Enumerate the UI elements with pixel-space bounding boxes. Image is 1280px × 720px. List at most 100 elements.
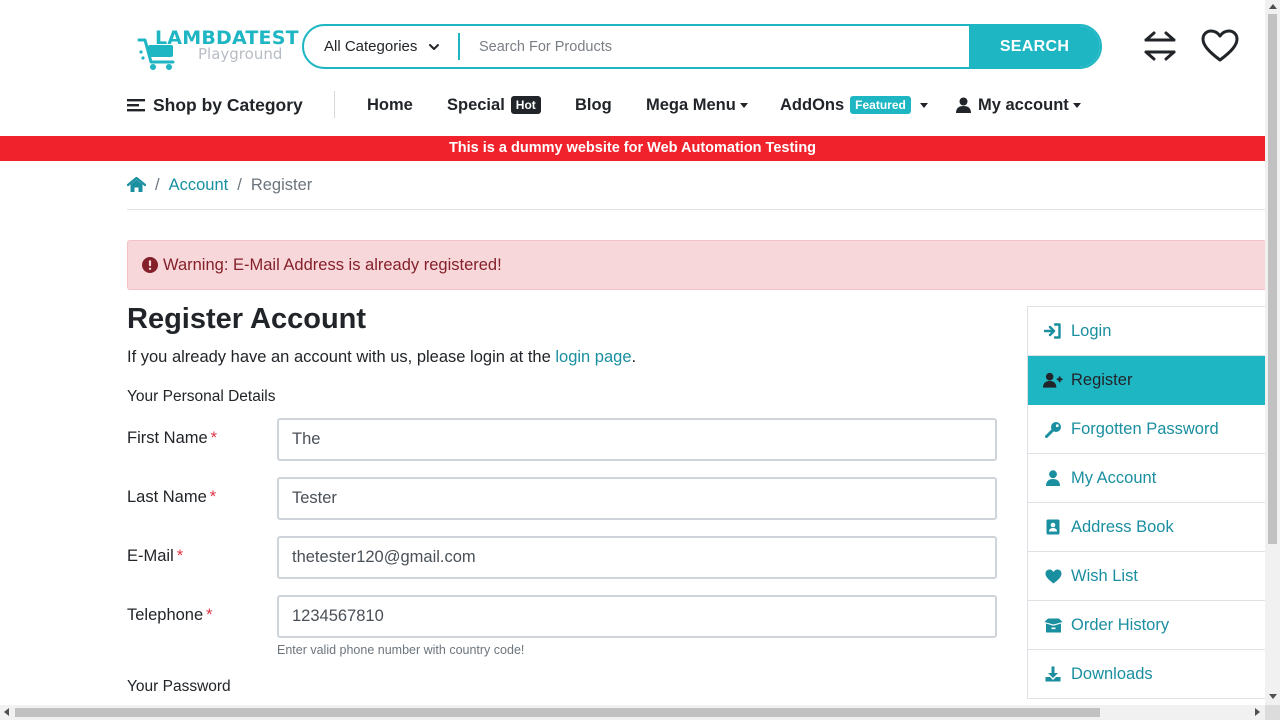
first-name-label-text: First Name bbox=[127, 429, 208, 447]
nav-divider bbox=[334, 91, 335, 118]
nav-home[interactable]: Home bbox=[367, 85, 413, 125]
breadcrumb-separator: / bbox=[237, 175, 242, 194]
first-name-field[interactable] bbox=[277, 418, 997, 461]
menu-bars-icon bbox=[127, 99, 145, 112]
compare-icon[interactable] bbox=[1140, 28, 1180, 64]
first-name-row: First Name * bbox=[127, 418, 997, 461]
telephone-field[interactable] bbox=[277, 595, 997, 638]
nav-special[interactable]: Special Hot bbox=[447, 85, 541, 125]
breadcrumb-account[interactable]: Account bbox=[169, 176, 229, 195]
horizontal-scrollbar[interactable] bbox=[0, 705, 1265, 720]
search-input[interactable] bbox=[460, 26, 969, 67]
category-select[interactable]: All Categories bbox=[304, 26, 458, 67]
email-label: E-Mail * bbox=[127, 547, 183, 566]
breadcrumb: / Account / Register bbox=[127, 174, 312, 196]
nav-blog[interactable]: Blog bbox=[575, 85, 612, 125]
brand-logo[interactable]: LAMBDATEST Playground bbox=[137, 24, 299, 72]
search-button[interactable]: SEARCH bbox=[969, 26, 1100, 67]
required-mark: * bbox=[209, 488, 217, 506]
caret-down-icon bbox=[1072, 102, 1081, 108]
vertical-scroll-thumb[interactable] bbox=[1268, 14, 1277, 544]
required-mark: * bbox=[176, 547, 184, 565]
nav-shop-by-category[interactable]: Shop by Category bbox=[127, 85, 303, 125]
last-name-label-text: Last Name bbox=[127, 488, 207, 506]
search-bar: All Categories SEARCH bbox=[302, 24, 1102, 69]
sidebar-item-register[interactable]: Register bbox=[1028, 356, 1265, 405]
sidebar-item-label: Wish List bbox=[1071, 566, 1138, 585]
category-select-value: All Categories bbox=[324, 38, 418, 55]
required-mark: * bbox=[210, 429, 218, 447]
email-label-text: E-Mail bbox=[127, 547, 174, 565]
address-book-icon bbox=[1043, 519, 1063, 536]
nav-mega-menu-label: Mega Menu bbox=[646, 95, 736, 114]
nav-my-account[interactable]: My account bbox=[956, 85, 1081, 125]
last-name-label: Last Name * bbox=[127, 488, 216, 507]
home-icon[interactable] bbox=[127, 177, 146, 193]
breadcrumb-separator: / bbox=[155, 175, 160, 194]
scrollbar-corner bbox=[1265, 705, 1280, 720]
last-name-field[interactable] bbox=[277, 477, 997, 520]
warning-alert: Warning: E-Mail Address is already regis… bbox=[127, 240, 1267, 290]
intro-suffix: . bbox=[631, 348, 637, 366]
nav-addons-label: AddOns bbox=[780, 95, 845, 114]
required-mark: * bbox=[206, 606, 213, 624]
telephone-label-text: Telephone bbox=[127, 606, 204, 624]
nav-special-label: Special bbox=[447, 95, 505, 114]
sidebar-item-my-account[interactable]: My Account bbox=[1028, 454, 1265, 503]
sidebar-item-label: Register bbox=[1071, 370, 1133, 389]
caret-down-icon bbox=[919, 102, 928, 108]
user-icon bbox=[956, 97, 971, 113]
login-page-link[interactable]: login page bbox=[555, 348, 631, 366]
sidebar-item-label: Downloads bbox=[1071, 664, 1153, 683]
sidebar-item-login[interactable]: Login bbox=[1028, 307, 1265, 356]
test-site-banner: This is a dummy website for Web Automati… bbox=[0, 136, 1265, 161]
user-icon bbox=[1043, 470, 1063, 487]
site-header: LAMBDATEST Playground All Categories SEA… bbox=[0, 0, 1265, 136]
password-legend: Your Password bbox=[127, 678, 231, 695]
sidebar-item-downloads[interactable]: Downloads bbox=[1028, 650, 1265, 699]
key-icon bbox=[1043, 421, 1063, 438]
first-name-label: First Name * bbox=[127, 429, 217, 448]
order-history-icon bbox=[1043, 617, 1063, 634]
user-plus-icon bbox=[1043, 372, 1063, 389]
last-name-row: Last Name * bbox=[127, 477, 997, 520]
telephone-help-text: Enter valid phone number with country co… bbox=[277, 643, 525, 657]
nav-my-account-label: My account bbox=[978, 95, 1069, 114]
hot-badge: Hot bbox=[510, 96, 541, 114]
brand-subtitle: Playground bbox=[198, 45, 283, 63]
nav-home-label: Home bbox=[367, 95, 413, 114]
account-sidebar: Login Register Forgotten Password My Acc… bbox=[1027, 306, 1265, 699]
scroll-down-arrow-icon[interactable] bbox=[1269, 694, 1277, 699]
nav-shop-by-category-label: Shop by Category bbox=[153, 94, 303, 115]
horizontal-scroll-thumb[interactable] bbox=[15, 708, 1100, 717]
wishlist-heart-icon[interactable] bbox=[1200, 28, 1240, 64]
scroll-up-arrow-icon[interactable] bbox=[1269, 4, 1277, 9]
sidebar-item-label: Address Book bbox=[1071, 517, 1174, 536]
sidebar-item-label: Forgotten Password bbox=[1071, 419, 1219, 438]
warning-alert-text: Warning: E-Mail Address is already regis… bbox=[163, 255, 502, 274]
sidebar-item-label: Order History bbox=[1071, 615, 1170, 634]
sidebar-item-label: My Account bbox=[1071, 468, 1157, 487]
heart-icon bbox=[1043, 568, 1063, 585]
sidebar-item-address-book[interactable]: Address Book bbox=[1028, 503, 1265, 552]
featured-badge: Featured bbox=[850, 96, 911, 114]
scroll-left-arrow-icon[interactable] bbox=[4, 708, 9, 716]
sidebar-item-order-history[interactable]: Order History bbox=[1028, 601, 1265, 650]
download-icon bbox=[1043, 666, 1063, 683]
email-field[interactable] bbox=[277, 536, 997, 579]
sidebar-item-wish-list[interactable]: Wish List bbox=[1028, 552, 1265, 601]
scroll-right-arrow-icon[interactable] bbox=[1255, 708, 1260, 716]
exclamation-circle-icon bbox=[142, 257, 158, 273]
sidebar-item-forgotten-password[interactable]: Forgotten Password bbox=[1028, 405, 1265, 454]
personal-details-legend: Your Personal Details bbox=[127, 388, 276, 405]
page-title: Register Account bbox=[127, 303, 367, 335]
nav-mega-menu[interactable]: Mega Menu bbox=[646, 85, 748, 125]
vertical-scrollbar[interactable] bbox=[1265, 0, 1280, 705]
breadcrumb-divider bbox=[127, 209, 1265, 210]
breadcrumb-current: Register bbox=[250, 175, 313, 194]
nav-addons[interactable]: AddOns Featured bbox=[780, 85, 928, 125]
intro-text: If you already have an account with us, … bbox=[127, 348, 636, 367]
nav-blog-label: Blog bbox=[575, 95, 612, 114]
sidebar-item-label: Login bbox=[1071, 321, 1112, 340]
caret-down-icon bbox=[739, 102, 748, 108]
